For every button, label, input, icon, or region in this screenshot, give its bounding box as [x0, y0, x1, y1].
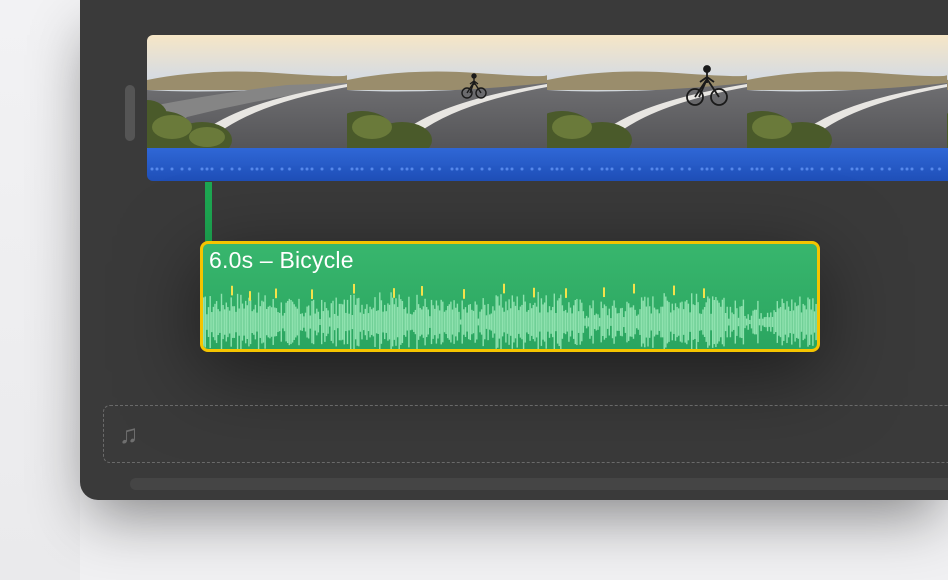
audio-clip-connector — [205, 182, 212, 244]
clip-trim-handle[interactable] — [125, 85, 135, 141]
audio-clip-label: 6.0s – Bicycle — [209, 247, 354, 274]
video-clip-audio-strip[interactable] — [147, 148, 948, 181]
video-thumbnail — [547, 35, 747, 148]
background-music-well[interactable]: ♫ — [103, 405, 948, 463]
timeline-panel: 6.0s – Bicycle ♫ — [80, 0, 948, 500]
horizontal-scrollbar[interactable] — [130, 478, 948, 490]
video-track[interactable] — [80, 35, 948, 183]
video-thumbnail — [747, 35, 947, 148]
video-thumbnail — [147, 35, 347, 148]
music-note-icon: ♫ — [119, 421, 139, 447]
video-thumbnail — [347, 35, 547, 148]
audio-clip-waveform — [203, 272, 817, 349]
audio-clip[interactable]: 6.0s – Bicycle — [200, 241, 820, 352]
